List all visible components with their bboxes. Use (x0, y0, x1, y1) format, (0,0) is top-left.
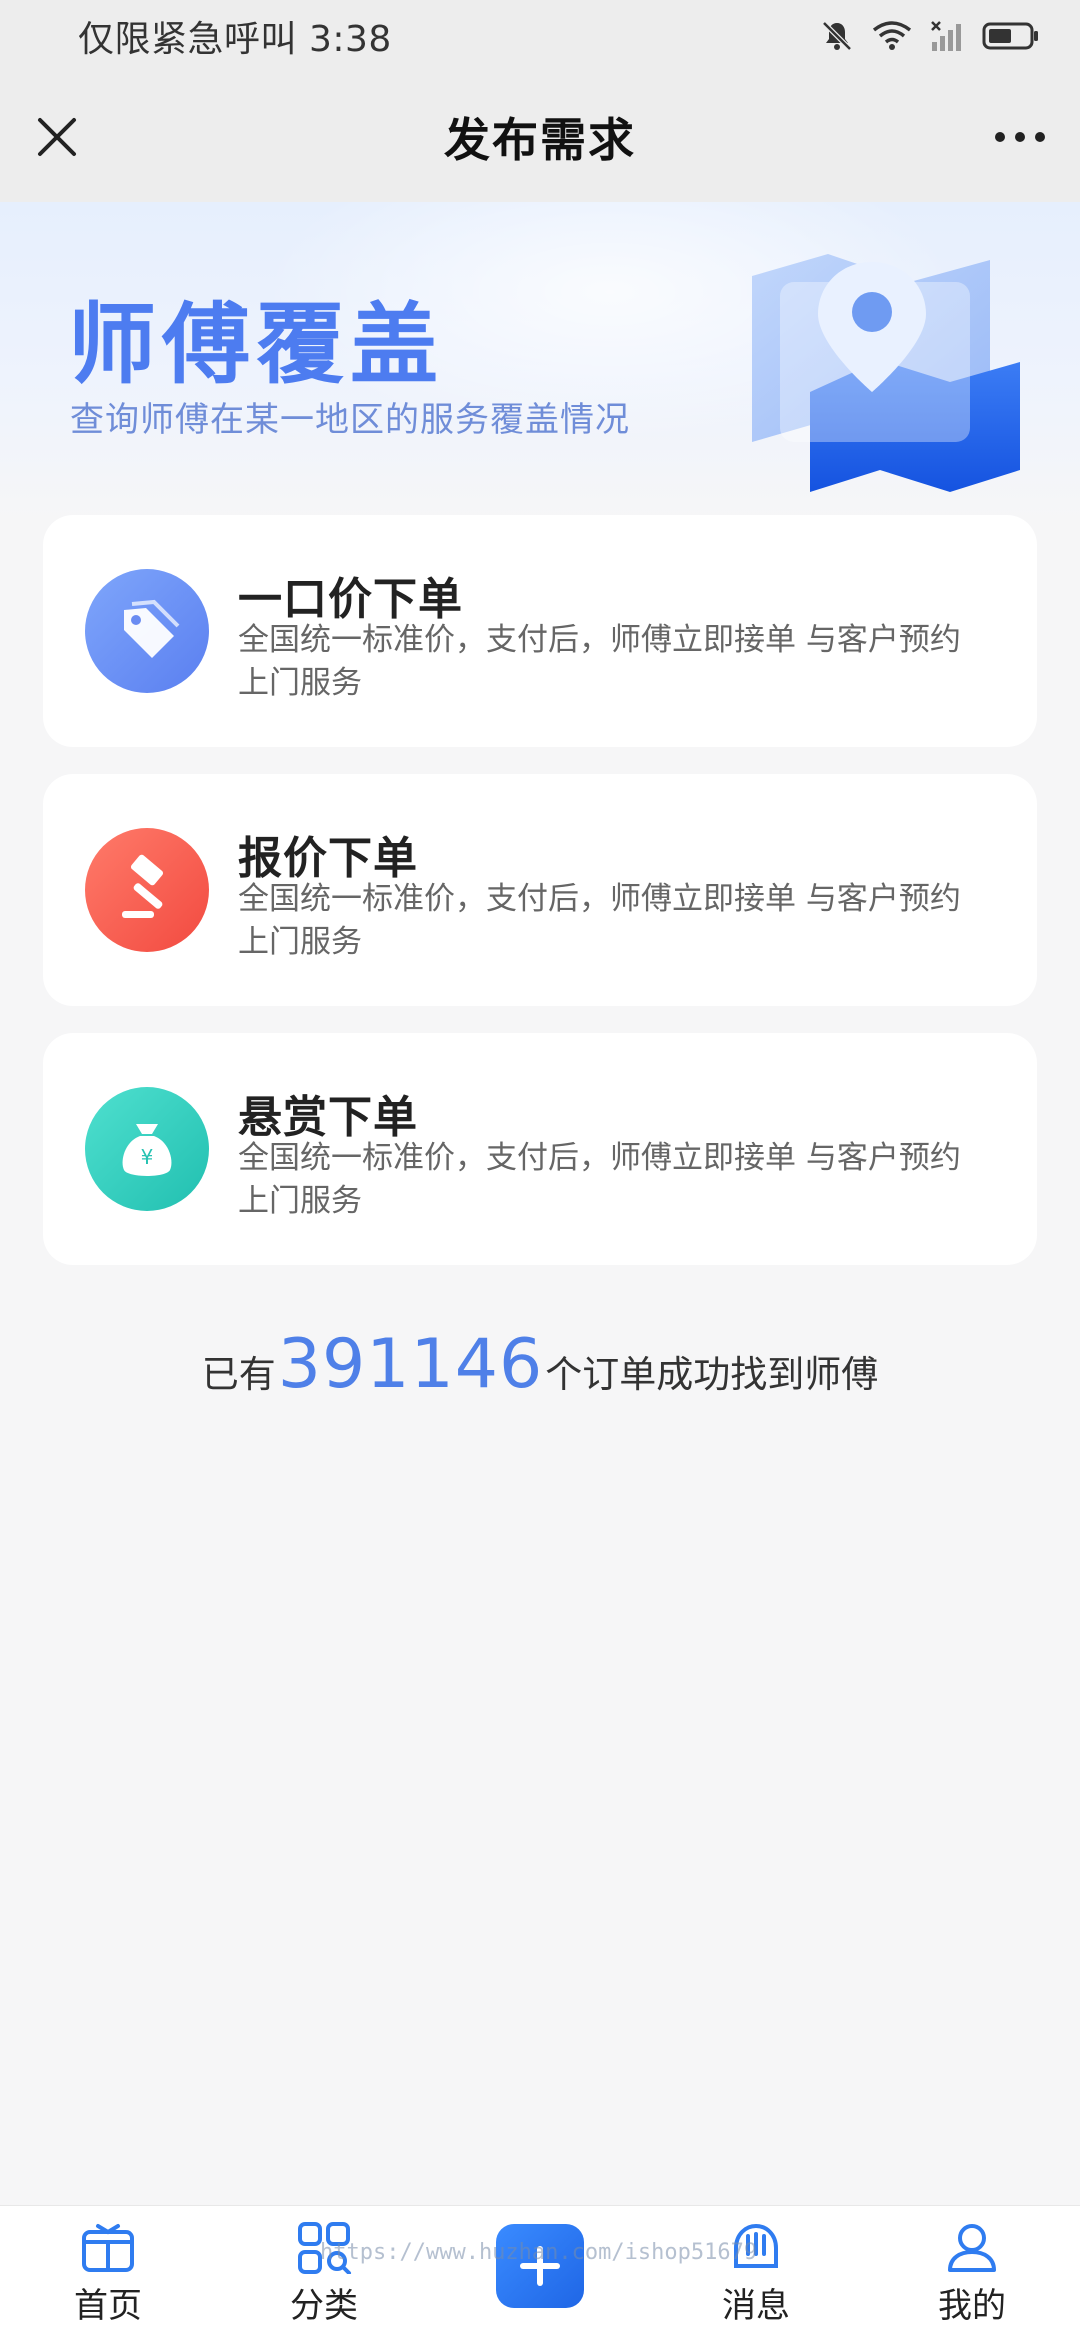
money-bag-icon: ¥ (122, 1124, 172, 1176)
status-carrier-text: 仅限紧急呼叫 3:38 (78, 19, 392, 60)
count-prefix: 已有 (201, 1353, 276, 1396)
battery-icon (982, 22, 1038, 50)
nav-bar: 发布需求 (0, 72, 1080, 202)
publish-plus-icon (520, 2246, 560, 2286)
order-count: 391146 (277, 1325, 544, 1404)
gavel-icon-wrap (85, 828, 209, 952)
wifi-icon (872, 21, 912, 50)
banner-title: 师傅覆盖 (68, 293, 445, 396)
order-count-line: 已有 391146 个订单成功找到师傅 (0, 1325, 1080, 1425)
signal-icon (931, 21, 961, 51)
tab-home[interactable]: 首页 (28, 2206, 188, 2340)
option-title: 悬赏下单 (238, 1092, 418, 1143)
option-card-fixed-price[interactable]: 一口价下单 全国统一标准价，支付后，师傅立即接单 与客户预约上门服务 (43, 515, 1037, 747)
close-icon[interactable] (32, 112, 82, 162)
status-icons (820, 19, 1040, 53)
user-icon (948, 2224, 996, 2272)
page-title: 发布需求 (444, 113, 636, 167)
option-desc: 全国统一标准价，支付后，师傅立即接单 与客户预约上门服务 (238, 1140, 961, 1219)
tab-category[interactable]: 分类 (244, 2206, 404, 2340)
publish-button[interactable] (496, 2224, 584, 2308)
coverage-banner[interactable]: 师傅覆盖 查询师傅在某一地区的服务覆盖情况 (0, 202, 1080, 522)
option-card-reward[interactable]: ¥ 悬赏下单 全国统一标准价，支付后，师傅立即接单 与客户预约上门服务 (43, 1033, 1037, 1265)
tab-me[interactable]: 我的 (892, 2206, 1052, 2340)
tab-me-label: 我的 (938, 2286, 1006, 2326)
price-tag-icon (124, 599, 180, 658)
tab-category-label: 分类 (290, 2286, 358, 2326)
option-title: 一口价下单 (238, 574, 463, 625)
option-desc: 全国统一标准价，支付后，师傅立即接单 与客户预约上门服务 (238, 881, 961, 960)
money-bag-icon-wrap: ¥ (85, 1087, 209, 1211)
gavel-icon (122, 854, 164, 918)
more-icon[interactable] (990, 117, 1050, 157)
option-card-quote[interactable]: 报价下单 全国统一标准价，支付后，师傅立即接单 与客户预约上门服务 (43, 774, 1037, 1006)
bottom-tab-bar: 首页 分类 消息 我的 (0, 2205, 1080, 2340)
price-tag-icon-wrap (85, 569, 209, 693)
option-title: 报价下单 (238, 833, 418, 884)
tab-home-label: 首页 (74, 2286, 142, 2326)
status-bar: 仅限紧急呼叫 3:38 (0, 0, 1080, 72)
home-icon (82, 2224, 134, 2272)
message-icon (734, 2223, 778, 2268)
tab-message-label: 消息 (722, 2286, 790, 2326)
tab-message[interactable]: 消息 (676, 2206, 836, 2340)
map-pin-icon (752, 254, 1020, 492)
category-icon (298, 2222, 351, 2274)
count-suffix: 个订单成功找到师傅 (545, 1353, 879, 1396)
option-desc: 全国统一标准价，支付后，师傅立即接单 与客户预约上门服务 (238, 622, 961, 701)
bell-muted-icon (822, 21, 852, 51)
svg-text:¥: ¥ (141, 1145, 154, 1169)
banner-subtitle: 查询师傅在某一地区的服务覆盖情况 (70, 400, 630, 440)
